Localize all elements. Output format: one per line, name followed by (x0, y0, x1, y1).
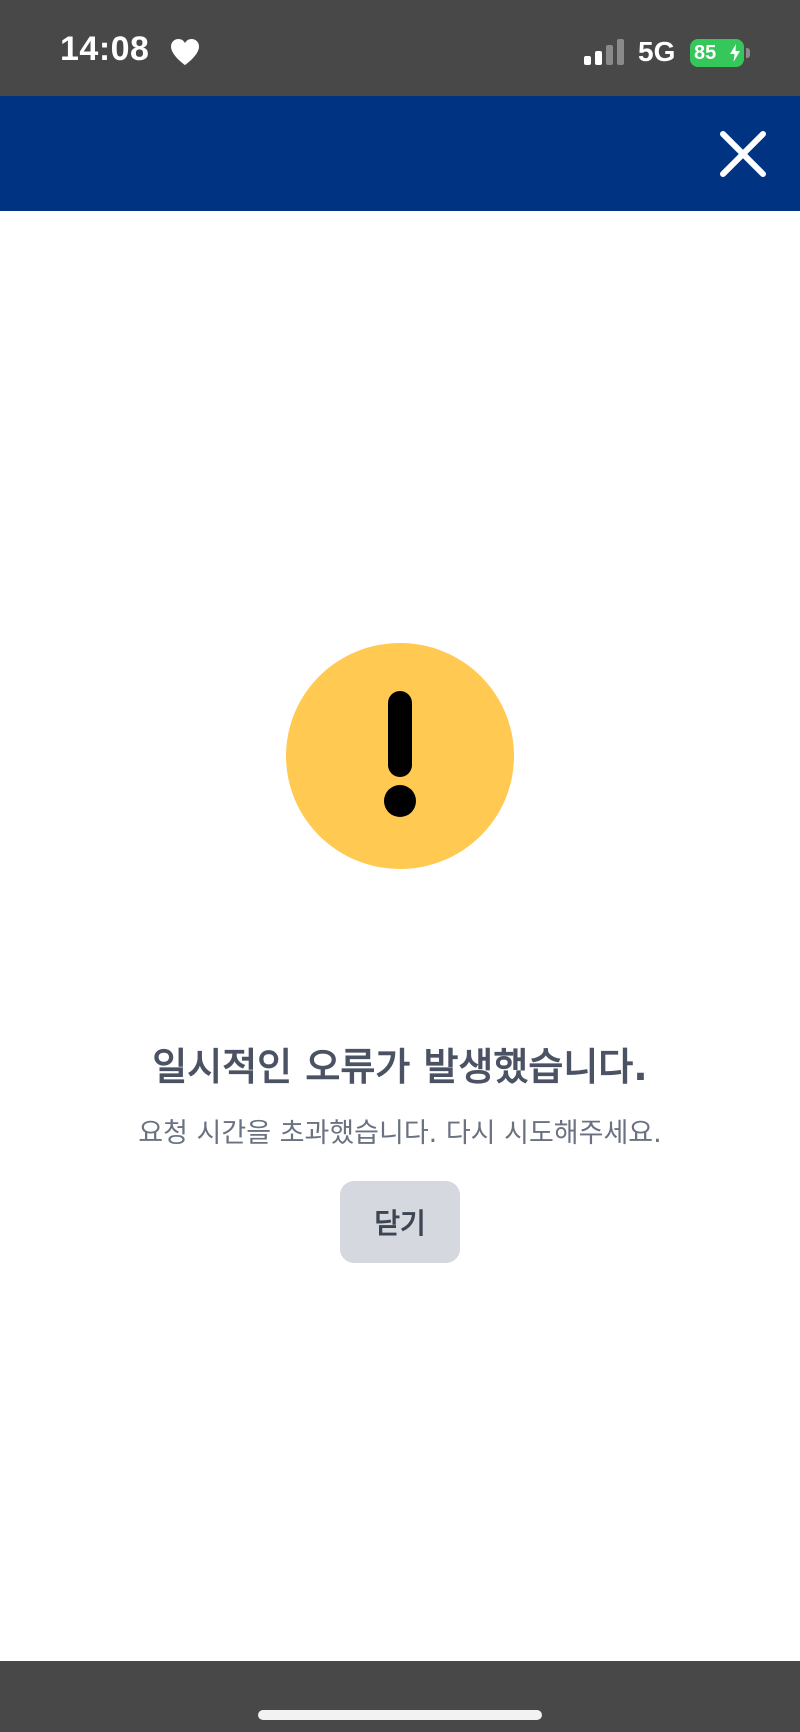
error-message: 요청 시간을 초과했습니다. 다시 시도해주세요. (138, 1118, 662, 1149)
error-title: 일시적인 오류가 발생했습니다. (152, 1045, 648, 1089)
error-content: 일시적인 오류가 발생했습니다. 요청 시간을 초과했습니다. 다시 시도해주세… (0, 211, 800, 1661)
battery-cap (746, 48, 750, 58)
signal-icon (584, 39, 624, 65)
home-indicator[interactable] (258, 1710, 542, 1720)
close-button[interactable] (716, 127, 770, 181)
app-header (0, 96, 800, 211)
battery-bolt-icon (730, 44, 740, 62)
battery-percent: 85 (694, 42, 717, 64)
warning-icon (286, 643, 514, 869)
status-time: 14:08 (60, 30, 150, 68)
network-label: 5G (638, 36, 676, 67)
home-bar (0, 1661, 800, 1732)
status-bar: 14:08 5G 85 (0, 0, 800, 96)
close-icon (720, 131, 766, 177)
battery-indicator: 85 (690, 39, 744, 67)
heart-icon (171, 39, 199, 65)
dismiss-button[interactable]: 닫기 (340, 1181, 460, 1263)
